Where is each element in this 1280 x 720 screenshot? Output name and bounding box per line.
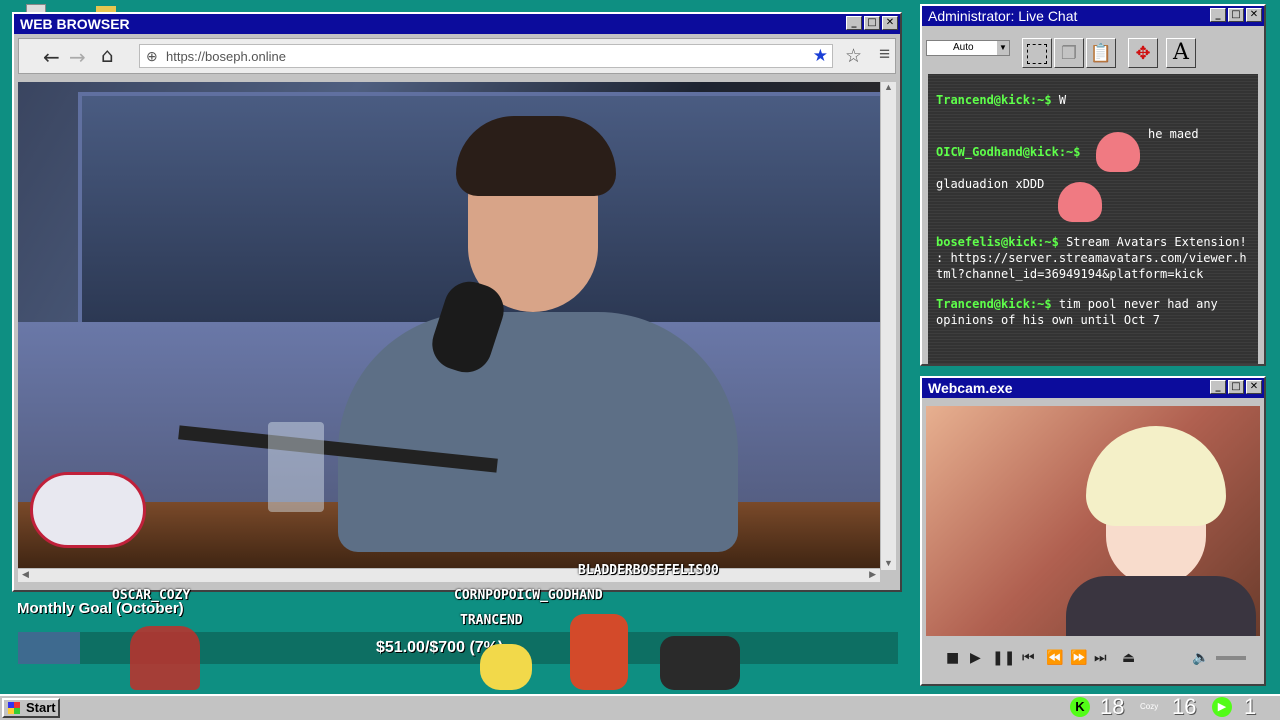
kick-icon[interactable]: K bbox=[1070, 697, 1090, 717]
taskbar: Start K 18 Cozy 16 ▶ 1 bbox=[0, 694, 1280, 720]
webcam-titlebar[interactable]: Webcam.exe _ □ ✕ bbox=[922, 378, 1264, 398]
chat-username[interactable]: Trancend@kick:~$ bbox=[936, 93, 1052, 107]
sprite-avatar-fighter bbox=[660, 636, 740, 690]
horizontal-scrollbar[interactable]: ◀ ▶ bbox=[18, 568, 880, 582]
media-controls: ■ ▶ ❚❚ ⏮ ⏪ ⏩ ⏭ ⏏ 🔈 bbox=[926, 644, 1260, 672]
menu-icon[interactable]: ≡ bbox=[879, 44, 890, 66]
chevron-down-icon: ▼ bbox=[997, 41, 1009, 55]
chat-message: bosefelis@kick:~$ Stream Avatars Extensi… bbox=[936, 234, 1250, 282]
cozy-label: Cozy bbox=[1140, 702, 1159, 711]
minimize-button[interactable]: _ bbox=[1210, 8, 1226, 22]
webcam-title: Webcam.exe bbox=[928, 380, 1013, 396]
browser-title: WEB BROWSER bbox=[20, 16, 130, 32]
video-player[interactable] bbox=[18, 82, 880, 570]
third-counter: 1 bbox=[1244, 694, 1257, 719]
address-toolbar: ← → ⌂ ⊕ https://boseph.online ★ ☆ ≡ bbox=[18, 38, 896, 74]
skip-forward-icon[interactable]: ⏭ bbox=[1094, 650, 1107, 666]
forward-icon[interactable]: → bbox=[69, 45, 86, 69]
back-icon[interactable]: ← bbox=[43, 45, 60, 69]
chat-window: Administrator: Live Chat _ □ ✕ Auto ▼ ❐ … bbox=[920, 4, 1266, 366]
sprite-avatar-luffy bbox=[130, 626, 200, 690]
webcam-feed[interactable] bbox=[926, 406, 1260, 636]
chat-message: OICW_Godhand@kick:~$ bbox=[936, 144, 1250, 160]
chat-username[interactable]: bosefelis@kick:~$ bbox=[936, 235, 1059, 249]
start-label: Start bbox=[26, 700, 56, 715]
chat-username[interactable]: Trancend@kick:~$ bbox=[936, 297, 1052, 311]
chat-message: Trancend@kick:~$ tim pool never had any … bbox=[936, 296, 1250, 328]
move-icon[interactable]: ✥ bbox=[1128, 38, 1158, 68]
play-icon[interactable]: ▶ bbox=[970, 650, 981, 666]
browser-titlebar[interactable]: WEB BROWSER _ □ ✕ bbox=[14, 14, 900, 34]
kick-viewer-count: 18 bbox=[1100, 694, 1125, 719]
rewind-icon[interactable]: ⏪ bbox=[1046, 650, 1063, 666]
stop-icon[interactable]: ■ bbox=[946, 650, 959, 666]
globe-icon: ⊕ bbox=[146, 48, 158, 64]
sprite-avatar-pikachu bbox=[480, 644, 532, 690]
volume-icon[interactable]: 🔈 bbox=[1192, 650, 1209, 666]
volume-slider[interactable] bbox=[1216, 656, 1246, 660]
url-bar[interactable]: ⊕ https://boseph.online ★ bbox=[139, 44, 833, 68]
elephant-sticker bbox=[30, 472, 146, 548]
minimize-button[interactable]: _ bbox=[846, 16, 862, 30]
avatar-name-label: OSCAR_COZY bbox=[112, 588, 191, 603]
dropdown-value: Auto bbox=[953, 42, 974, 53]
url-text: https://boseph.online bbox=[166, 49, 286, 64]
chat-message: he maed bbox=[936, 126, 1250, 142]
select-tool-icon[interactable] bbox=[1022, 38, 1052, 68]
start-button[interactable]: Start bbox=[2, 698, 60, 718]
close-button[interactable]: ✕ bbox=[882, 16, 898, 30]
maximize-button[interactable]: □ bbox=[864, 16, 880, 30]
avatar-name-label: CORNPOPOICW_GODHAND bbox=[454, 588, 603, 603]
chat-text: gladuadion xDDD bbox=[936, 177, 1045, 191]
chat-text: W bbox=[1058, 93, 1067, 107]
fast-forward-icon[interactable]: ⏩ bbox=[1070, 650, 1087, 666]
windows-logo-icon bbox=[8, 702, 20, 714]
avatar-name-label: TRANCEND bbox=[460, 613, 523, 628]
font-size-dropdown[interactable]: Auto ▼ bbox=[926, 40, 1010, 56]
home-icon[interactable]: ⌂ bbox=[101, 43, 114, 67]
chat-titlebar[interactable]: Administrator: Live Chat _ □ ✕ bbox=[922, 6, 1264, 26]
minimize-button[interactable]: _ bbox=[1210, 380, 1226, 394]
close-button[interactable]: ✕ bbox=[1246, 380, 1262, 394]
goal-progress-fill bbox=[18, 632, 80, 664]
pink-avatar-emote bbox=[1096, 132, 1140, 172]
skip-back-icon[interactable]: ⏮ bbox=[1022, 650, 1035, 666]
eject-icon[interactable]: ⏏ bbox=[1122, 650, 1135, 666]
cozy-viewer-count: 16 bbox=[1172, 694, 1197, 719]
anime-avatar-body bbox=[1066, 576, 1256, 636]
vertical-scrollbar[interactable]: ▲ ▼ bbox=[880, 82, 896, 570]
person-hair bbox=[456, 116, 616, 196]
glass bbox=[268, 422, 324, 512]
chat-title: Administrator: Live Chat bbox=[928, 8, 1078, 24]
maximize-button[interactable]: □ bbox=[1228, 8, 1244, 22]
maximize-button[interactable]: □ bbox=[1228, 380, 1244, 394]
anime-avatar-hair bbox=[1086, 426, 1226, 526]
person-body bbox=[338, 312, 738, 552]
close-button[interactable]: ✕ bbox=[1246, 8, 1262, 22]
goal-amount: $51.00/$700 bbox=[376, 639, 465, 656]
chat-log[interactable]: Trancend@kick:~$ W he maed OICW_Godhand@… bbox=[928, 74, 1258, 364]
play-circle-icon[interactable]: ▶ bbox=[1212, 697, 1232, 717]
pause-icon[interactable]: ❚❚ bbox=[992, 650, 1015, 666]
chat-message: Trancend@kick:~$ W bbox=[936, 92, 1250, 108]
copy-icon[interactable]: ❐ bbox=[1054, 38, 1084, 68]
avatar-name-label: BLADDERBOSEFELIS00 bbox=[578, 563, 719, 578]
chat-username[interactable]: OICW_Godhand@kick:~$ bbox=[936, 145, 1081, 159]
bookmark-star-icon[interactable]: ★ bbox=[813, 46, 828, 66]
font-icon[interactable]: A bbox=[1166, 38, 1196, 68]
pink-avatar-emote bbox=[1058, 182, 1102, 222]
webcam-window: Webcam.exe _ □ ✕ ■ ▶ ❚❚ ⏮ ⏪ ⏩ ⏭ ⏏ 🔈 bbox=[920, 376, 1266, 686]
chat-text: he maed bbox=[1148, 127, 1199, 141]
sprite-avatar-robot bbox=[570, 614, 628, 690]
paste-icon[interactable]: 📋 bbox=[1086, 38, 1116, 68]
favorite-star-icon[interactable]: ☆ bbox=[845, 45, 862, 68]
